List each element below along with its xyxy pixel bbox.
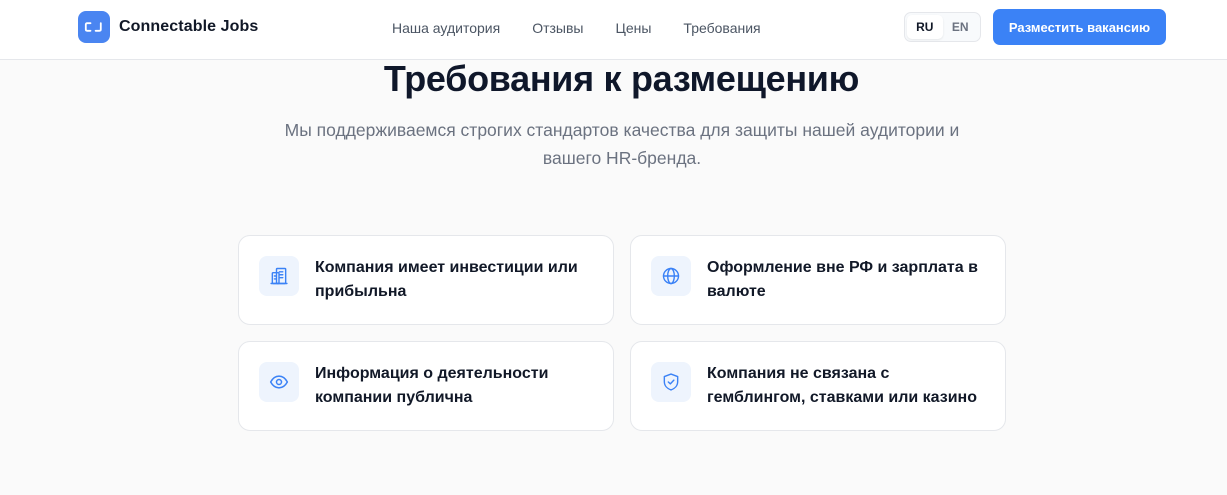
nav-link-audience[interactable]: Наша аудитория [392, 20, 500, 36]
lang-option-ru[interactable]: RU [907, 15, 943, 39]
requirement-card-no-gambling: Компания не связана с гемблингом, ставка… [630, 341, 1006, 431]
globe-icon [651, 256, 691, 296]
lang-option-en[interactable]: EN [943, 15, 979, 39]
eye-icon [259, 362, 299, 402]
cj-logo-glyph [84, 22, 102, 32]
section-subtitle: Мы поддерживаемся строгих стандартов кач… [284, 120, 960, 168]
requirement-text: Компания имеет инвестиции или прибыльна [315, 259, 578, 300]
brand-name: Connectable Jobs [119, 18, 259, 35]
nav-link-requirements[interactable]: Требования [683, 20, 760, 36]
shield-check-icon [651, 362, 691, 402]
nav-link-reviews[interactable]: Отзывы [532, 20, 583, 36]
building-icon [259, 256, 299, 296]
post-job-button[interactable]: Разместить вакансию [993, 9, 1166, 45]
requirement-text: Оформление вне РФ и зарплата в валюте [707, 259, 978, 300]
requirement-card-investment: Компания имеет инвестиции или прибыльна [238, 235, 614, 325]
requirement-card-foreign-employment: Оформление вне РФ и зарплата в валюте [630, 235, 1006, 325]
logo-link[interactable]: Connectable Jobs [78, 11, 258, 43]
language-switcher: RU EN [904, 12, 981, 42]
nav-link-pricing[interactable]: Цены [615, 20, 651, 36]
site-header: Connectable Jobs Наша аудитория Отзывы Ц… [0, 0, 1227, 60]
requirement-card-public-info: Информация о деятельности компании публи… [238, 341, 614, 431]
logo-mark-icon [78, 11, 110, 43]
main-nav: Наша аудитория Отзывы Цены Требования [392, 0, 761, 55]
requirement-text: Информация о деятельности компании публи… [315, 365, 549, 406]
requirement-text: Компания не связана с гемблингом, ставка… [707, 365, 977, 406]
section-title: Требования к размещению [383, 58, 860, 99]
